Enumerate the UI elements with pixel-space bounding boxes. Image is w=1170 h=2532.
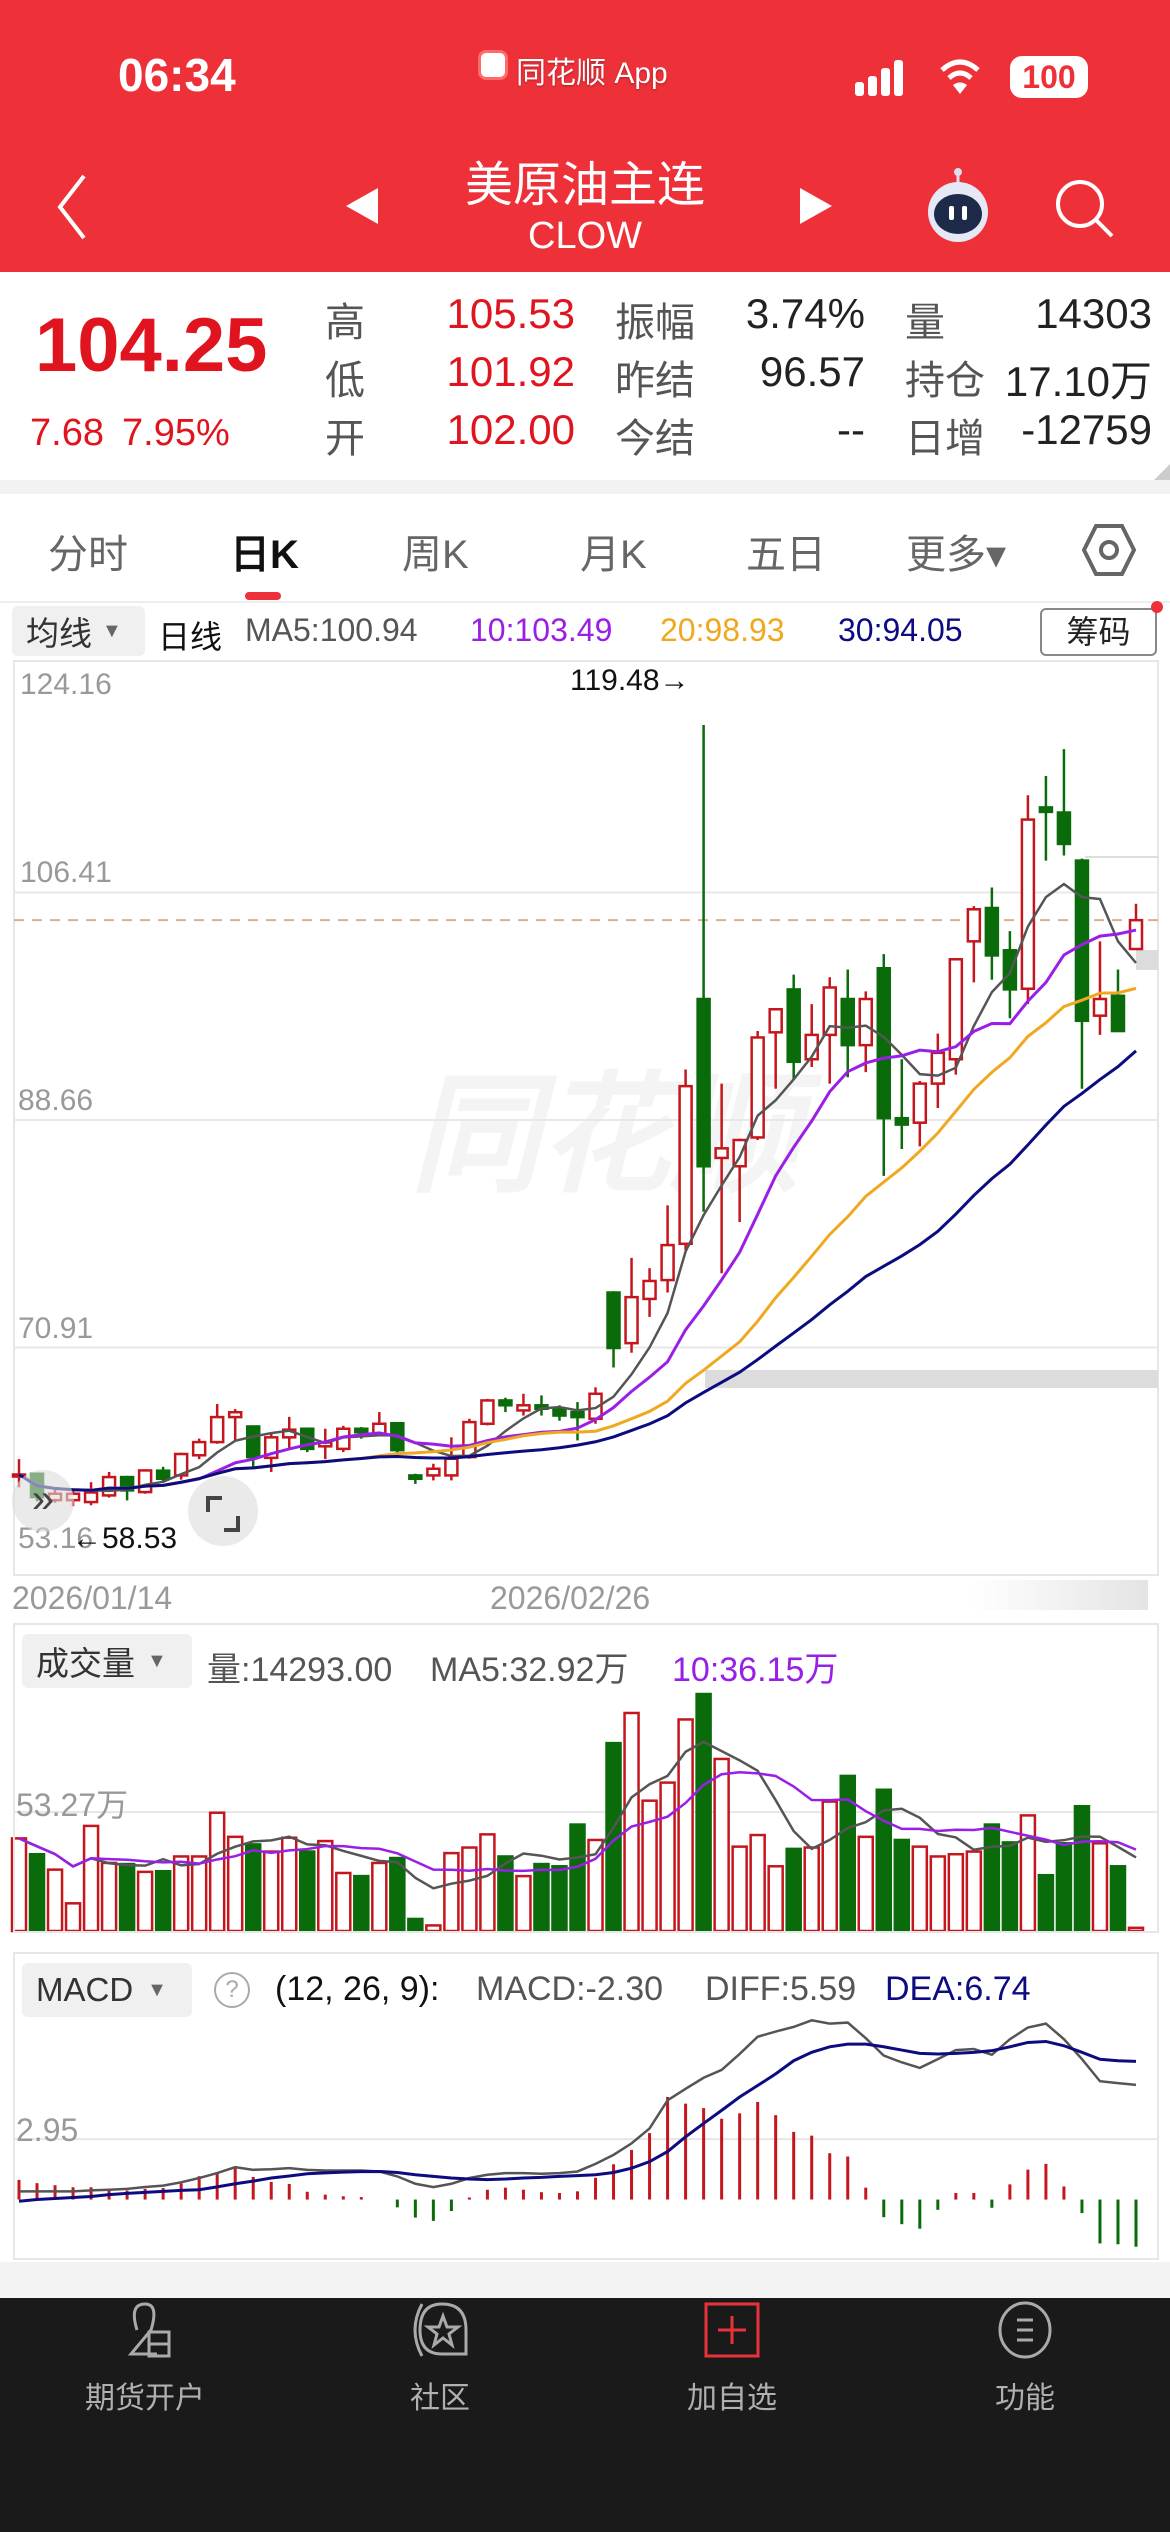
date-label: 2026/02/26 [490,1580,651,1616]
volume-ma10-value: 10:36.15万 [672,1651,839,1689]
candle-down [1110,994,1126,1033]
candle-up [191,1440,207,1457]
candle-up [209,1415,225,1444]
expand-left-button[interactable]: » [12,1470,74,1532]
macd-value: MACD:-2.30 [476,1970,664,2008]
macd-indicator-selector[interactable]: MACD ▼ [22,1963,192,2017]
volume-indicator-selector[interactable]: 成交量 ▼ [22,1634,192,1688]
ma5-line [18,882,1137,1493]
candle-down [1074,859,1090,1023]
candle-down [840,997,855,1047]
candle-down [354,1427,369,1434]
candle-up [642,1279,657,1301]
candle-up [624,1295,639,1345]
candle-down [1056,811,1072,846]
nav-add-watchlist[interactable]: 加自选 [632,2300,832,2417]
fullscreen-corner-icon [206,1496,240,1532]
candle-down [876,966,892,1120]
candle-down [1038,806,1054,814]
candle-up [444,1457,459,1477]
candle-up [227,1410,243,1419]
candle-up [462,1420,477,1459]
candle-down [696,997,711,1168]
nav-label: 社区 [410,2382,470,2415]
macd-axis-label: 2.95 [16,2112,79,2148]
chip-band [705,1370,1158,1388]
candle-up [1092,997,1108,1017]
candle-up [1020,818,1036,991]
candle-up [912,1082,928,1124]
candle-down [894,1116,910,1126]
candle-up [858,997,874,1047]
chart-scrollbar[interactable] [970,1580,1148,1610]
candle-up [1128,918,1144,951]
dropdown-arrow-icon: ▼ [147,1649,167,1672]
candle-up [516,1404,531,1412]
macd-selector-label: MACD [36,1971,134,2008]
candle-down [498,1399,513,1407]
fullscreen-button[interactable] [188,1476,258,1546]
candle-up [660,1243,675,1282]
candle-up [426,1467,441,1477]
volume-value: 量:14293.00 [207,1651,393,1689]
candle-up [714,1147,729,1160]
nav-label: 加自选 [687,2382,777,2415]
candle-up [678,1084,693,1246]
diff-value: DIFF:5.59 [705,1970,857,2008]
candle-up [768,1008,783,1034]
candle-up [966,908,982,943]
candle-up [137,1469,153,1494]
volume-axis-label: 53.27万 [16,1787,129,1823]
candle-up [83,1491,99,1504]
community-star-icon [413,2302,468,2357]
volume-selector-label: 成交量 [36,1645,135,1682]
candle-down [408,1474,423,1480]
candle-down [155,1469,171,1480]
nav-futures-account[interactable]: 期货开户 [45,2300,245,2417]
candle-down [245,1425,261,1459]
candle-up [480,1399,495,1426]
nav-label: 期货开户 [85,2382,205,2415]
menu-circle-icon [998,2301,1052,2359]
dropdown-arrow-icon: ▼ [147,1978,167,2001]
chip-band [1136,950,1158,970]
help-icon[interactable]: ? [214,1972,250,2008]
dea-value: DEA:6.74 [885,1970,1031,2008]
candle-down [606,1291,621,1350]
candle-down [786,988,801,1064]
macd-params: (12, 26, 9): [275,1970,440,2008]
candle-down [570,1410,585,1419]
nav-label: 功能 [995,2382,1055,2415]
candle-down [984,906,1000,957]
candle-down [552,1407,567,1417]
date-label: 2026/01/14 [12,1580,173,1616]
candle-up [101,1475,117,1497]
divider [0,2262,1170,2298]
add-plus-icon [704,2302,760,2358]
account-person-icon [127,2302,171,2358]
volume-ma5-value: MA5:32.92万 [430,1651,629,1689]
candle-up [930,1051,946,1085]
double-chevron-icon: » [31,1477,55,1521]
nav-community[interactable]: 社区 [340,2300,540,2417]
nav-functions[interactable]: 功能 [925,2300,1125,2417]
chip-band [1085,856,1158,858]
